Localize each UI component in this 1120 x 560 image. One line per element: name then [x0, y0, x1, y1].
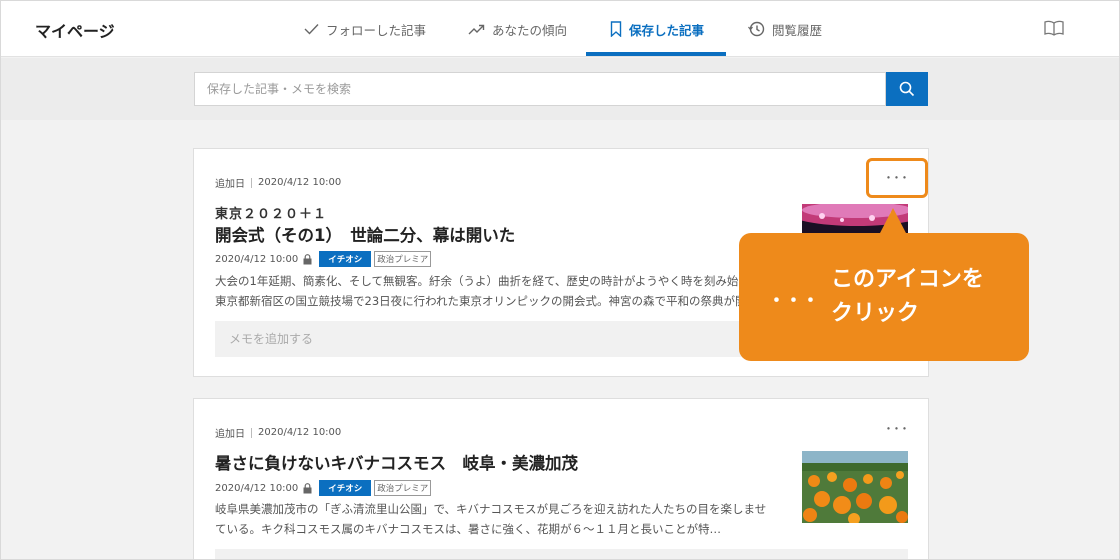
tab-label: フォローした記事: [326, 22, 427, 38]
history-icon: [748, 21, 765, 37]
added-date: 2020/4/12 10:00: [258, 427, 342, 438]
page-frame: マイページ フォローした記事 あなたの傾向 保存した記事 閲覧履歴 保存した記事…: [0, 0, 1120, 560]
article-excerpt: 大会の1年延期、簡素化、そして無観客。紆余（うよ）曲折を経て、歴史の時計がようや…: [215, 274, 773, 308]
add-memo-field[interactable]: [215, 549, 908, 559]
book-icon[interactable]: [1044, 20, 1064, 40]
lock-icon: [303, 253, 312, 264]
ichioshi-badge: イチオシ: [319, 480, 372, 496]
active-tab-indicator: [586, 52, 726, 56]
tab-saved[interactable]: 保存した記事: [610, 1, 704, 57]
article-kicker: 東京２０２０＋１: [215, 207, 328, 222]
tab-history[interactable]: 閲覧履歴: [748, 1, 822, 57]
search-button[interactable]: [886, 72, 928, 106]
article-excerpt: 岐阜県美濃加茂市の「ぎふ清流里山公園」で、キバナコスモスが見ごろを迎え訪れた人た…: [215, 502, 767, 536]
more-options-button[interactable]: ･･･: [866, 158, 928, 198]
search-bar: [1, 58, 1119, 120]
added-label: 追加日: [215, 429, 245, 440]
ichioshi-badge: イチオシ: [319, 251, 372, 267]
tab-trend[interactable]: あなたの傾向: [468, 1, 567, 57]
callout-dots: ･･･: [771, 289, 823, 314]
callout-pointer: [879, 208, 907, 235]
added-date-row: 追加日 2020/4/12 10:00: [215, 425, 341, 440]
added-date: 2020/4/12 10:00: [258, 177, 342, 188]
callout-line: クリック: [831, 301, 920, 326]
divider: [251, 427, 252, 438]
check-icon: [304, 24, 319, 35]
lock-icon: [303, 482, 312, 493]
search-input[interactable]: [194, 72, 886, 106]
tab-followed[interactable]: フォローした記事: [304, 1, 426, 57]
search-icon: [899, 81, 915, 97]
divider: [251, 177, 252, 188]
instruction-callout: ･･･ このアイコンを クリック: [739, 233, 1029, 361]
more-options-button[interactable]: ･･･: [866, 411, 928, 447]
tab-label: 保存した記事: [629, 22, 705, 38]
callout-line: このアイコンを: [831, 267, 984, 292]
bookmark-icon: [610, 21, 622, 37]
article-thumbnail[interactable]: [802, 451, 908, 523]
saved-article-card[interactable]: 追加日 2020/4/12 10:00 ･･･ 暑さに負けないキバナコスモス 岐…: [193, 398, 929, 559]
article-title[interactable]: 開会式（その1） 世論二分、幕は開いた: [215, 222, 515, 246]
callout-text: このアイコンを クリック: [831, 263, 984, 331]
article-meta: 2020/4/12 10:00 イチオシ 政治プレミア: [215, 251, 432, 267]
article-meta: 2020/4/12 10:00 イチオシ 政治プレミア: [215, 480, 432, 496]
article-title[interactable]: 暑さに負けないキバナコスモス 岐阜・美濃加茂: [215, 450, 578, 474]
category-tag: 政治プレミア: [374, 480, 432, 496]
trend-icon: [468, 24, 485, 34]
category-tag: 政治プレミア: [374, 251, 432, 267]
tab-label: あなたの傾向: [492, 22, 568, 38]
added-label: 追加日: [215, 179, 245, 190]
article-date: 2020/4/12 10:00: [215, 482, 299, 494]
page-title: マイページ: [35, 22, 115, 41]
added-date-row: 追加日 2020/4/12 10:00: [215, 175, 341, 190]
article-date: 2020/4/12 10:00: [215, 253, 299, 265]
tab-label: 閲覧履歴: [772, 22, 823, 38]
top-nav: マイページ フォローした記事 あなたの傾向 保存した記事 閲覧履歴: [1, 1, 1119, 57]
